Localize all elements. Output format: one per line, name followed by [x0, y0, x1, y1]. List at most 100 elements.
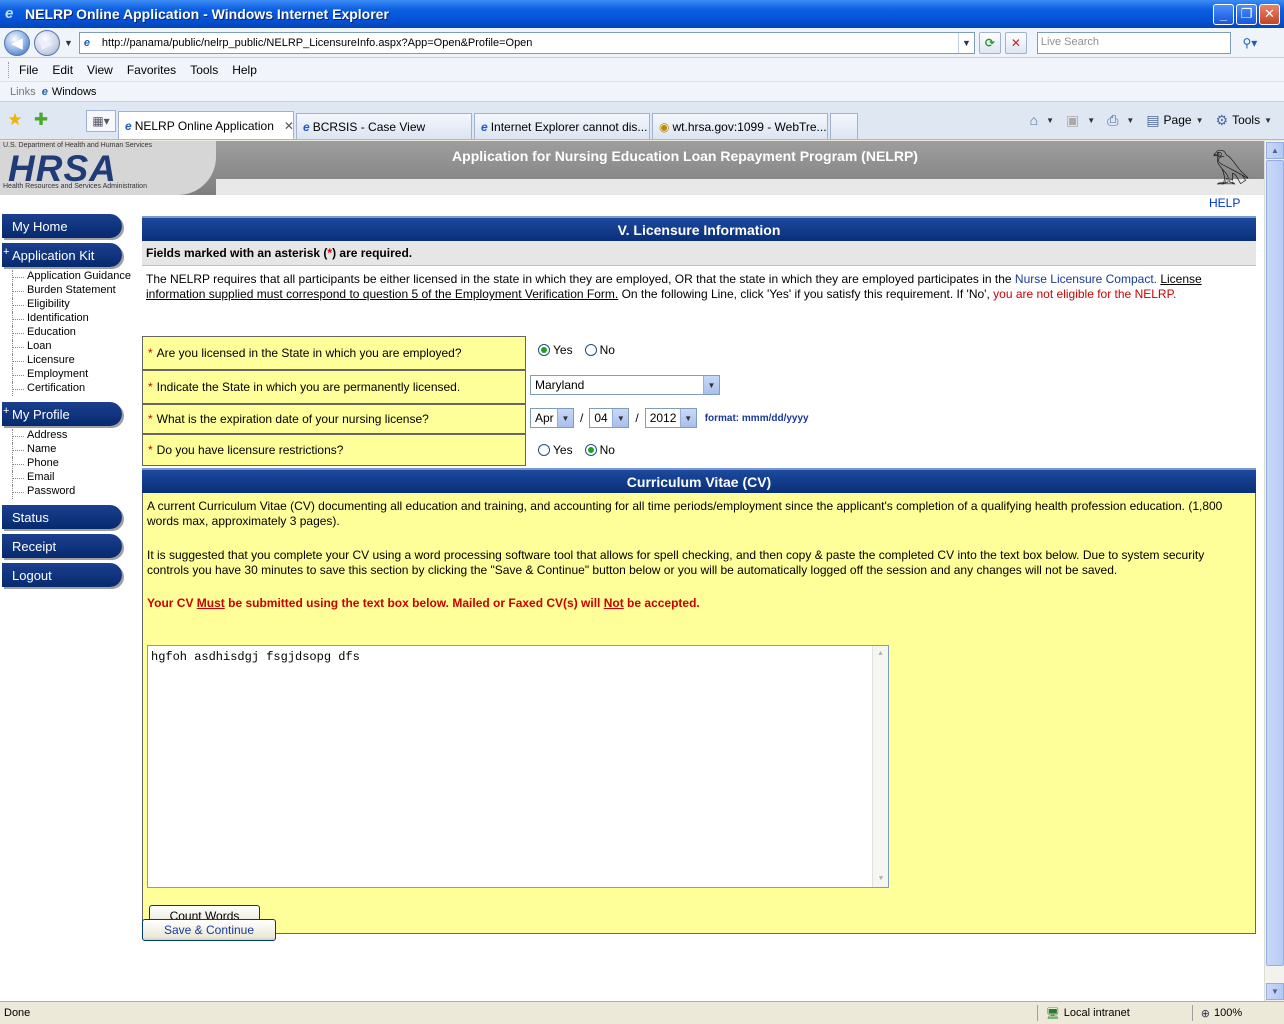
subnav-employment[interactable]: Employment — [2, 368, 137, 382]
expiration-year-select[interactable]: 2012 ▼ — [644, 408, 697, 428]
intro-text: On the following Line, click 'Yes' if yo… — [618, 287, 994, 301]
cv-submission-warning: Your CV Must be submitted using the text… — [143, 596, 704, 611]
question-text: Do you have licensure restrictions? — [156, 443, 344, 457]
subnav-burden-statement[interactable]: Burden Statement — [2, 284, 137, 298]
scroll-up-icon[interactable]: ▲ — [1266, 142, 1284, 159]
subnav-name[interactable]: Name — [2, 443, 137, 457]
link-windows[interactable]: Windows — [52, 86, 97, 98]
subnav-email[interactable]: Email — [2, 471, 137, 485]
expiration-day-select[interactable]: 04 ▼ — [589, 408, 630, 428]
page-scrollbar[interactable]: ▲ ▼ — [1264, 141, 1284, 1001]
subnav-identification[interactable]: Identification — [2, 312, 137, 326]
subnav-password[interactable]: Password — [2, 485, 137, 499]
select-value: 2012 — [649, 411, 677, 425]
chevron-down-icon: ▼ — [703, 376, 719, 394]
expand-icon: + — [3, 405, 10, 417]
tab-nelrp[interactable]: e NELRP Online Application ✕ — [118, 111, 294, 139]
subnav-address[interactable]: Address — [2, 429, 137, 443]
search-icon[interactable]: ⚲▾ — [1235, 32, 1265, 54]
radio-label: No — [599, 443, 615, 457]
licensed-no-radio[interactable] — [584, 344, 597, 356]
nav-receipt[interactable]: Receipt — [2, 534, 122, 558]
restrictions-radio-group: Yes No — [536, 443, 625, 457]
nav-logout[interactable]: Logout — [2, 563, 122, 587]
toolbar-grip — [8, 61, 11, 78]
feeds-button[interactable]: ▣ ▼ — [1066, 112, 1095, 129]
save-continue-button[interactable]: Save & Continue — [142, 919, 276, 941]
recent-pages-dropdown[interactable]: ▼ — [64, 38, 73, 48]
page-menu-label: Page — [1163, 113, 1192, 127]
nurse-licensure-compact-link[interactable]: Nurse Licensure Compact. — [1015, 272, 1157, 286]
textarea-scrollbar[interactable]: ▲ ▼ — [872, 646, 888, 887]
required-asterisk: * — [148, 412, 153, 426]
tools-menu-button[interactable]: ⚙ Tools ▼ — [1216, 112, 1273, 129]
print-button[interactable]: ⎙ ▼ — [1107, 112, 1134, 129]
maximize-button[interactable]: ❐ — [1236, 3, 1257, 25]
new-tab-button[interactable] — [830, 113, 858, 139]
nav-my-home[interactable]: My Home — [2, 214, 122, 238]
minimize-button[interactable]: _ — [1213, 3, 1234, 25]
nav-label: My Home — [12, 218, 68, 234]
back-button[interactable]: ◀ — [4, 29, 30, 56]
refresh-button[interactable]: ⟳ — [978, 31, 1001, 54]
scroll-down-icon[interactable]: ▼ — [873, 871, 889, 887]
license-state-select[interactable]: Maryland ▼ — [530, 375, 720, 395]
address-bar[interactable]: e http://panama/public/nelrp_public/NELR… — [78, 31, 975, 54]
close-tab-icon[interactable]: ✕ — [284, 119, 293, 133]
scroll-down-icon[interactable]: ▼ — [1266, 983, 1284, 1000]
licensed-yes-radio[interactable] — [538, 344, 550, 356]
required-fields-note: Fields marked with an asterisk (*) are r… — [142, 241, 1256, 266]
tab-page-icon: e — [481, 119, 488, 134]
subnav-application-guidance[interactable]: Application Guidance — [2, 270, 137, 284]
menu-tools[interactable]: Tools — [190, 63, 218, 77]
help-link[interactable]: HELP — [1209, 196, 1240, 210]
warning-emphasis: Must — [196, 596, 225, 610]
stop-button[interactable]: ✕ — [1004, 31, 1027, 54]
tab-bcrsis[interactable]: e BCRSIS - Case View — [296, 113, 472, 139]
chevron-down-icon: ▼ — [1126, 115, 1135, 125]
subnav-education[interactable]: Education — [2, 326, 137, 340]
subnav-eligibility[interactable]: Eligibility — [2, 298, 137, 312]
nav-application-kit[interactable]: + Application Kit — [2, 243, 122, 267]
menu-edit[interactable]: Edit — [52, 63, 73, 77]
address-dropdown[interactable]: ▼ — [957, 32, 974, 53]
nav-status[interactable]: Status — [2, 505, 122, 529]
home-button[interactable]: ⌂ ▼ — [1030, 112, 1054, 128]
cv-textarea[interactable]: hgfoh asdhisdgj fsgjdsopg dfs ▲ ▼ — [147, 645, 889, 888]
nav-my-profile[interactable]: + My Profile — [2, 402, 122, 426]
banner-strip — [216, 179, 1264, 195]
restrictions-no-radio[interactable] — [584, 444, 597, 456]
favorites-center-icon[interactable]: ★ — [4, 109, 26, 131]
menu-view[interactable]: View — [87, 63, 113, 77]
subnav-loan[interactable]: Loan — [2, 340, 137, 354]
expiration-month-select[interactable]: Apr ▼ — [530, 408, 574, 428]
zoom-level[interactable]: 100% — [1214, 1007, 1284, 1019]
subnav-phone[interactable]: Phone — [2, 457, 137, 471]
chevron-down-icon: ▼ — [679, 409, 696, 427]
scroll-up-icon[interactable]: ▲ — [873, 646, 888, 662]
security-zone[interactable]: Local intranet — [1064, 1007, 1184, 1019]
restrictions-yes-radio[interactable] — [538, 444, 550, 456]
question-label: * Are you licensed in the State in which … — [142, 336, 526, 370]
tab-webtrends[interactable]: ◉ wt.hrsa.gov:1099 - WebTre... — [652, 113, 828, 139]
nav-label: Status — [12, 509, 49, 525]
menu-file[interactable]: File — [19, 63, 38, 77]
subnav-licensure[interactable]: Licensure — [2, 354, 137, 368]
quick-tabs-button[interactable]: ▦▾ — [86, 110, 116, 132]
left-navigation: My Home + Application Kit Application Gui… — [2, 214, 137, 592]
add-favorite-icon[interactable]: ✚ — [30, 109, 52, 131]
hhs-eagle-icon: 𓅃 — [1212, 154, 1250, 192]
intranet-zone-icon: 🖥 — [1045, 1007, 1060, 1020]
search-input[interactable]: Live Search — [1036, 31, 1231, 54]
tab-ie-error[interactable]: e Internet Explorer cannot dis... — [474, 113, 650, 139]
address-url[interactable]: http://panama/public/nelrp_public/NELRP_… — [102, 37, 958, 49]
scrollbar-thumb[interactable] — [1266, 160, 1284, 966]
close-window-button[interactable]: ✕ — [1259, 3, 1280, 25]
required-note-text: ) are required. — [332, 246, 413, 260]
subnav-certification[interactable]: Certification — [2, 382, 137, 396]
tab-page-icon: e — [125, 118, 132, 133]
forward-button[interactable]: ▶ — [34, 29, 60, 56]
page-menu-button[interactable]: ▤ Page ▼ — [1146, 112, 1203, 129]
menu-favorites[interactable]: Favorites — [127, 63, 176, 77]
menu-help[interactable]: Help — [232, 63, 257, 77]
